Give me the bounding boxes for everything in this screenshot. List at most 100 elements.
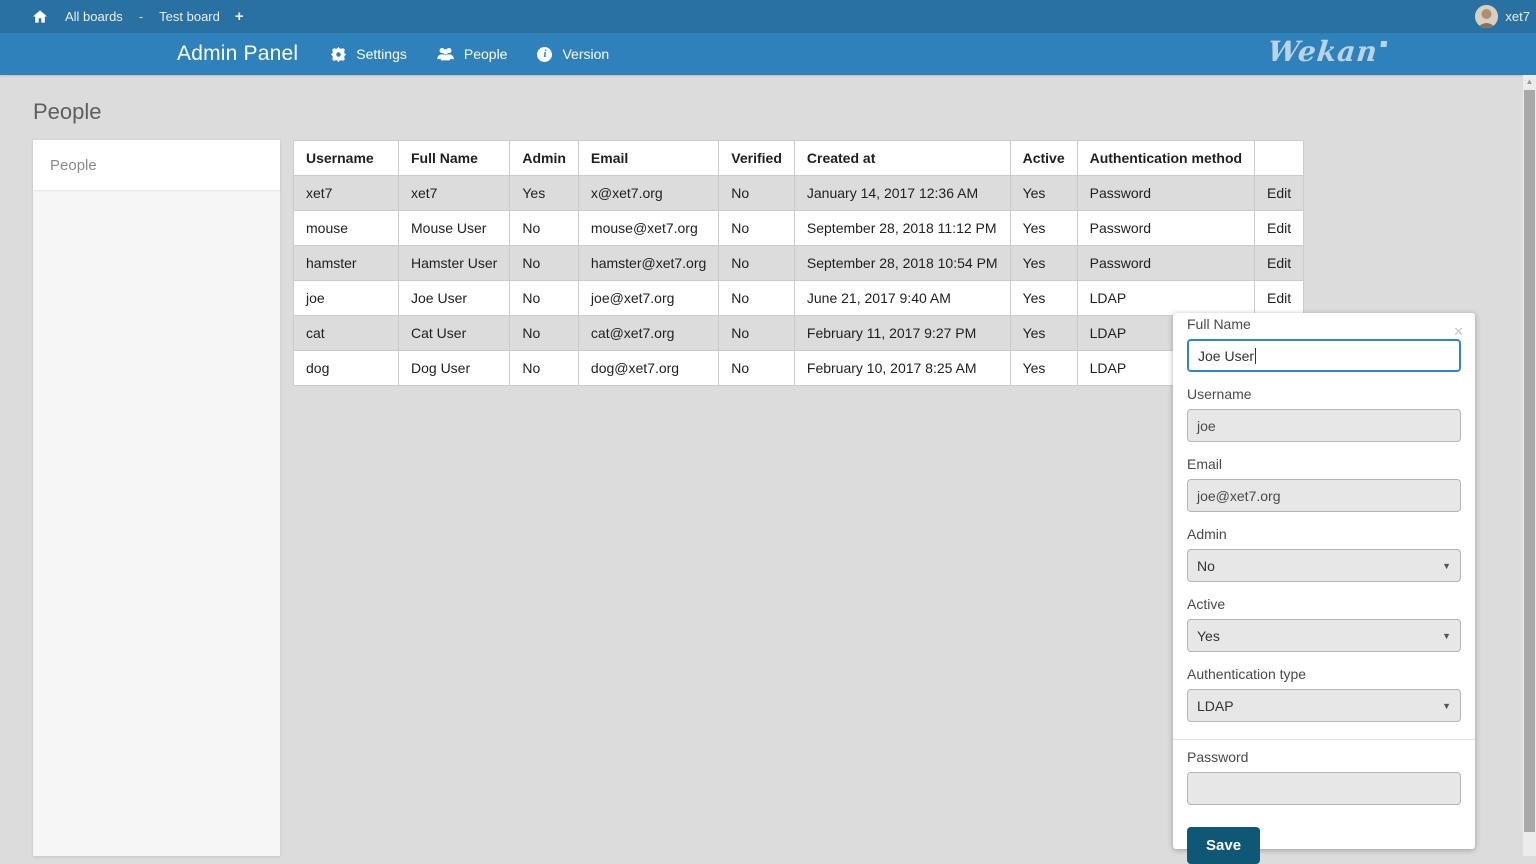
table-row: catCat UserNocat@xet7.orgNoFebruary 11, …: [294, 316, 1304, 351]
panel-divider: [1173, 739, 1475, 740]
info-icon: i: [537, 47, 552, 62]
auth-type-label: Authentication type: [1187, 666, 1461, 682]
page-scrollbar[interactable]: ▲: [1523, 75, 1536, 856]
column-header-Full Name: Full Name: [399, 141, 510, 176]
admin-panel-title: Admin Panel: [177, 42, 298, 66]
table-cell: No: [510, 351, 579, 386]
table-header-row: UsernameFull NameAdminEmailVerifiedCreat…: [294, 141, 1304, 176]
scroll-up-icon[interactable]: ▲: [1523, 75, 1536, 89]
table-cell: No: [510, 211, 579, 246]
chevron-down-icon: ▼: [1442, 561, 1451, 571]
table-cell: No: [719, 316, 795, 351]
avatar[interactable]: [1475, 5, 1498, 28]
active-label: Active: [1187, 596, 1461, 612]
table-cell: No: [719, 281, 795, 316]
table-cell: joe@xet7.org: [578, 281, 718, 316]
auth-type-select-value: LDAP: [1197, 698, 1234, 714]
username-value: joe: [1197, 418, 1216, 434]
nav-label-people: People: [464, 46, 508, 62]
all-boards-link[interactable]: All boards: [65, 9, 123, 24]
topbar-user-area: xet7: [1475, 5, 1536, 28]
close-icon[interactable]: ✕: [1453, 325, 1464, 338]
active-select[interactable]: Yes ▼: [1187, 619, 1461, 652]
table-row: mouseMouse UserNomouse@xet7.orgNoSeptemb…: [294, 211, 1304, 246]
sidebar-item-people[interactable]: People: [33, 140, 280, 190]
table-cell: September 28, 2018 11:12 PM: [794, 211, 1010, 246]
email-value: joe@xet7.org: [1197, 488, 1280, 504]
chevron-down-icon: ▼: [1442, 631, 1451, 641]
table-cell: June 21, 2017 9:40 AM: [794, 281, 1010, 316]
table-cell: Password: [1077, 246, 1254, 281]
breadcrumb-separator: -: [139, 9, 143, 24]
table-cell: Yes: [1010, 211, 1077, 246]
sidebar: People: [33, 140, 280, 856]
save-button[interactable]: Save: [1187, 827, 1260, 864]
edit-user-panel: ✕ Full Name Joe User Username joe Email …: [1173, 313, 1475, 849]
table-row: hamsterHamster UserNohamster@xet7.orgNoS…: [294, 246, 1304, 281]
table-cell: xet7: [294, 176, 399, 211]
table-cell: dog@xet7.org: [578, 351, 718, 386]
table-cell: January 14, 2017 12:36 AM: [794, 176, 1010, 211]
current-username[interactable]: xet7: [1505, 9, 1530, 24]
table-cell: Password: [1077, 211, 1254, 246]
admin-nav: Settings People i Version: [331, 46, 639, 62]
admin-select[interactable]: No ▼: [1187, 549, 1461, 582]
table-cell: Hamster User: [399, 246, 510, 281]
home-icon[interactable]: [33, 10, 47, 23]
column-header-actions: [1255, 141, 1304, 176]
email-label: Email: [1187, 456, 1461, 472]
table-row: dogDog UserNodog@xet7.orgNoFebruary 10, …: [294, 351, 1304, 386]
edit-link[interactable]: Edit: [1267, 290, 1291, 306]
password-label: Password: [1187, 749, 1461, 765]
edit-cell: Edit: [1255, 281, 1304, 316]
edit-link[interactable]: Edit: [1267, 220, 1291, 236]
sidebar-item-label: People: [50, 157, 97, 174]
nav-item-people[interactable]: People: [437, 46, 508, 62]
email-input: joe@xet7.org: [1187, 479, 1461, 512]
table-cell: No: [719, 351, 795, 386]
breadcrumb-bar: All boards - Test board + xet7: [0, 0, 1536, 33]
table-cell: September 28, 2018 10:54 PM: [794, 246, 1010, 281]
table-row: xet7xet7Yesx@xet7.orgNoJanuary 14, 2017 …: [294, 176, 1304, 211]
table-cell: February 11, 2017 9:27 PM: [794, 316, 1010, 351]
table-cell: Yes: [1010, 316, 1077, 351]
table-cell: hamster@xet7.org: [578, 246, 718, 281]
column-header-Admin: Admin: [510, 141, 579, 176]
scrollbar-thumb[interactable]: [1524, 90, 1535, 832]
edit-link[interactable]: Edit: [1267, 255, 1291, 271]
table-cell: Cat User: [399, 316, 510, 351]
password-input[interactable]: [1187, 772, 1461, 805]
table-cell: cat@xet7.org: [578, 316, 718, 351]
add-board-button[interactable]: +: [235, 8, 244, 25]
column-header-Verified: Verified: [719, 141, 795, 176]
people-icon: [437, 47, 454, 61]
nav-label-version: Version: [562, 46, 609, 62]
edit-cell: Edit: [1255, 211, 1304, 246]
chevron-down-icon: ▼: [1442, 701, 1451, 711]
nav-label-settings: Settings: [356, 46, 407, 62]
edit-cell: Edit: [1255, 246, 1304, 281]
table-cell: No: [719, 246, 795, 281]
auth-type-select[interactable]: LDAP ▼: [1187, 689, 1461, 722]
table-cell: Password: [1077, 176, 1254, 211]
full-name-value: Joe User: [1198, 348, 1254, 364]
table-cell: dog: [294, 351, 399, 386]
edit-cell: Edit: [1255, 176, 1304, 211]
board-name-link[interactable]: Test board: [159, 9, 220, 24]
table-cell: x@xet7.org: [578, 176, 718, 211]
column-header-Active: Active: [1010, 141, 1077, 176]
table-cell: Mouse User: [399, 211, 510, 246]
table-cell: Yes: [510, 176, 579, 211]
table-cell: No: [719, 211, 795, 246]
nav-item-version[interactable]: i Version: [537, 46, 609, 62]
page-title: People: [33, 99, 102, 125]
table-cell: LDAP: [1077, 281, 1254, 316]
edit-link[interactable]: Edit: [1267, 185, 1291, 201]
table-cell: xet7: [399, 176, 510, 211]
active-select-value: Yes: [1197, 628, 1220, 644]
nav-item-settings[interactable]: Settings: [331, 46, 407, 62]
table-cell: mouse: [294, 211, 399, 246]
people-table: UsernameFull NameAdminEmailVerifiedCreat…: [293, 140, 1304, 386]
full-name-input[interactable]: Joe User: [1187, 339, 1461, 372]
table-cell: Joe User: [399, 281, 510, 316]
